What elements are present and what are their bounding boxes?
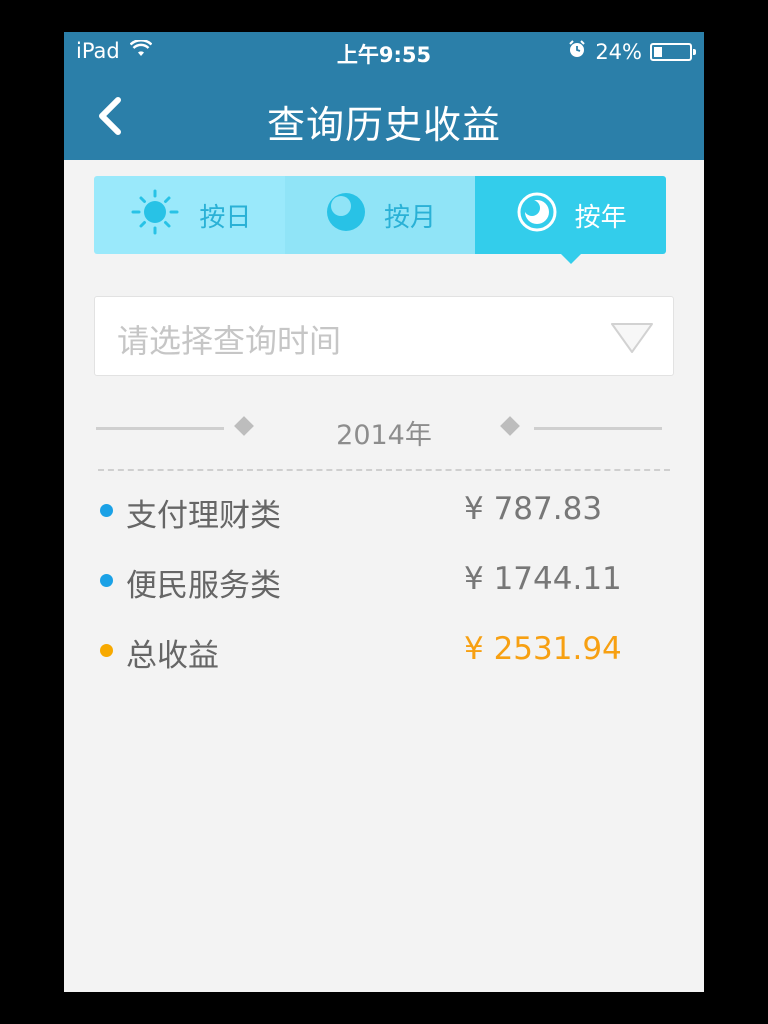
period-segmented-control: 按日 按月 按年 <box>94 176 667 264</box>
segment-year-label: 按年 <box>574 202 627 233</box>
segment-month-label: 按月 <box>384 202 437 233</box>
selected-pointer <box>560 254 581 264</box>
triangle-down-icon <box>609 321 655 359</box>
battery-percent: 24% <box>595 39 642 64</box>
year-header: 2014年 <box>94 408 674 451</box>
segment-day[interactable]: 按日 <box>94 176 285 254</box>
segment-month[interactable]: 按月 <box>284 176 476 254</box>
row-label: 便民服务类 <box>126 568 281 604</box>
divider-line-right <box>534 427 662 430</box>
segment-day-label: 按日 <box>199 202 252 233</box>
dashed-divider <box>98 469 670 471</box>
time-select-dropdown[interactable]: 请选择查询时间 <box>94 296 674 376</box>
moon-icon <box>324 190 368 241</box>
row-value: ¥ 787.83 <box>464 491 603 527</box>
row-value: ¥ 2531.94 <box>464 631 622 667</box>
screen: iPad 上午9:55 24% 查询历史收益 按日 按月 按年 请选择查询时间 … <box>64 32 704 992</box>
year-label: 2014年 <box>336 420 432 451</box>
nav-bar: 查询历史收益 <box>64 72 704 160</box>
earnings-row-convenience-services: 便民服务类 ¥ 1744.11 <box>100 560 660 604</box>
status-bar: iPad 上午9:55 24% <box>64 32 704 72</box>
page-title: 查询历史收益 <box>266 103 501 147</box>
bullet-dot <box>100 574 113 587</box>
earnings-row-payment-finance: 支付理财类 ¥ 787.83 <box>100 490 660 534</box>
status-right: 24% <box>567 39 696 64</box>
segment-year[interactable]: 按年 <box>475 176 667 264</box>
bullet-dot <box>100 644 113 657</box>
year-circle-icon <box>515 190 559 241</box>
row-value: ¥ 1744.11 <box>464 561 622 597</box>
row-label: 总收益 <box>126 638 219 674</box>
time-select-placeholder: 请选择查询时间 <box>117 322 342 360</box>
row-label: 支付理财类 <box>126 498 281 534</box>
sun-icon <box>127 187 183 244</box>
earnings-row-total: 总收益 ¥ 2531.94 <box>100 630 660 674</box>
bullet-dot <box>100 504 113 517</box>
alarm-icon <box>567 39 587 64</box>
battery-icon <box>650 42 696 61</box>
battery-level <box>654 46 662 57</box>
